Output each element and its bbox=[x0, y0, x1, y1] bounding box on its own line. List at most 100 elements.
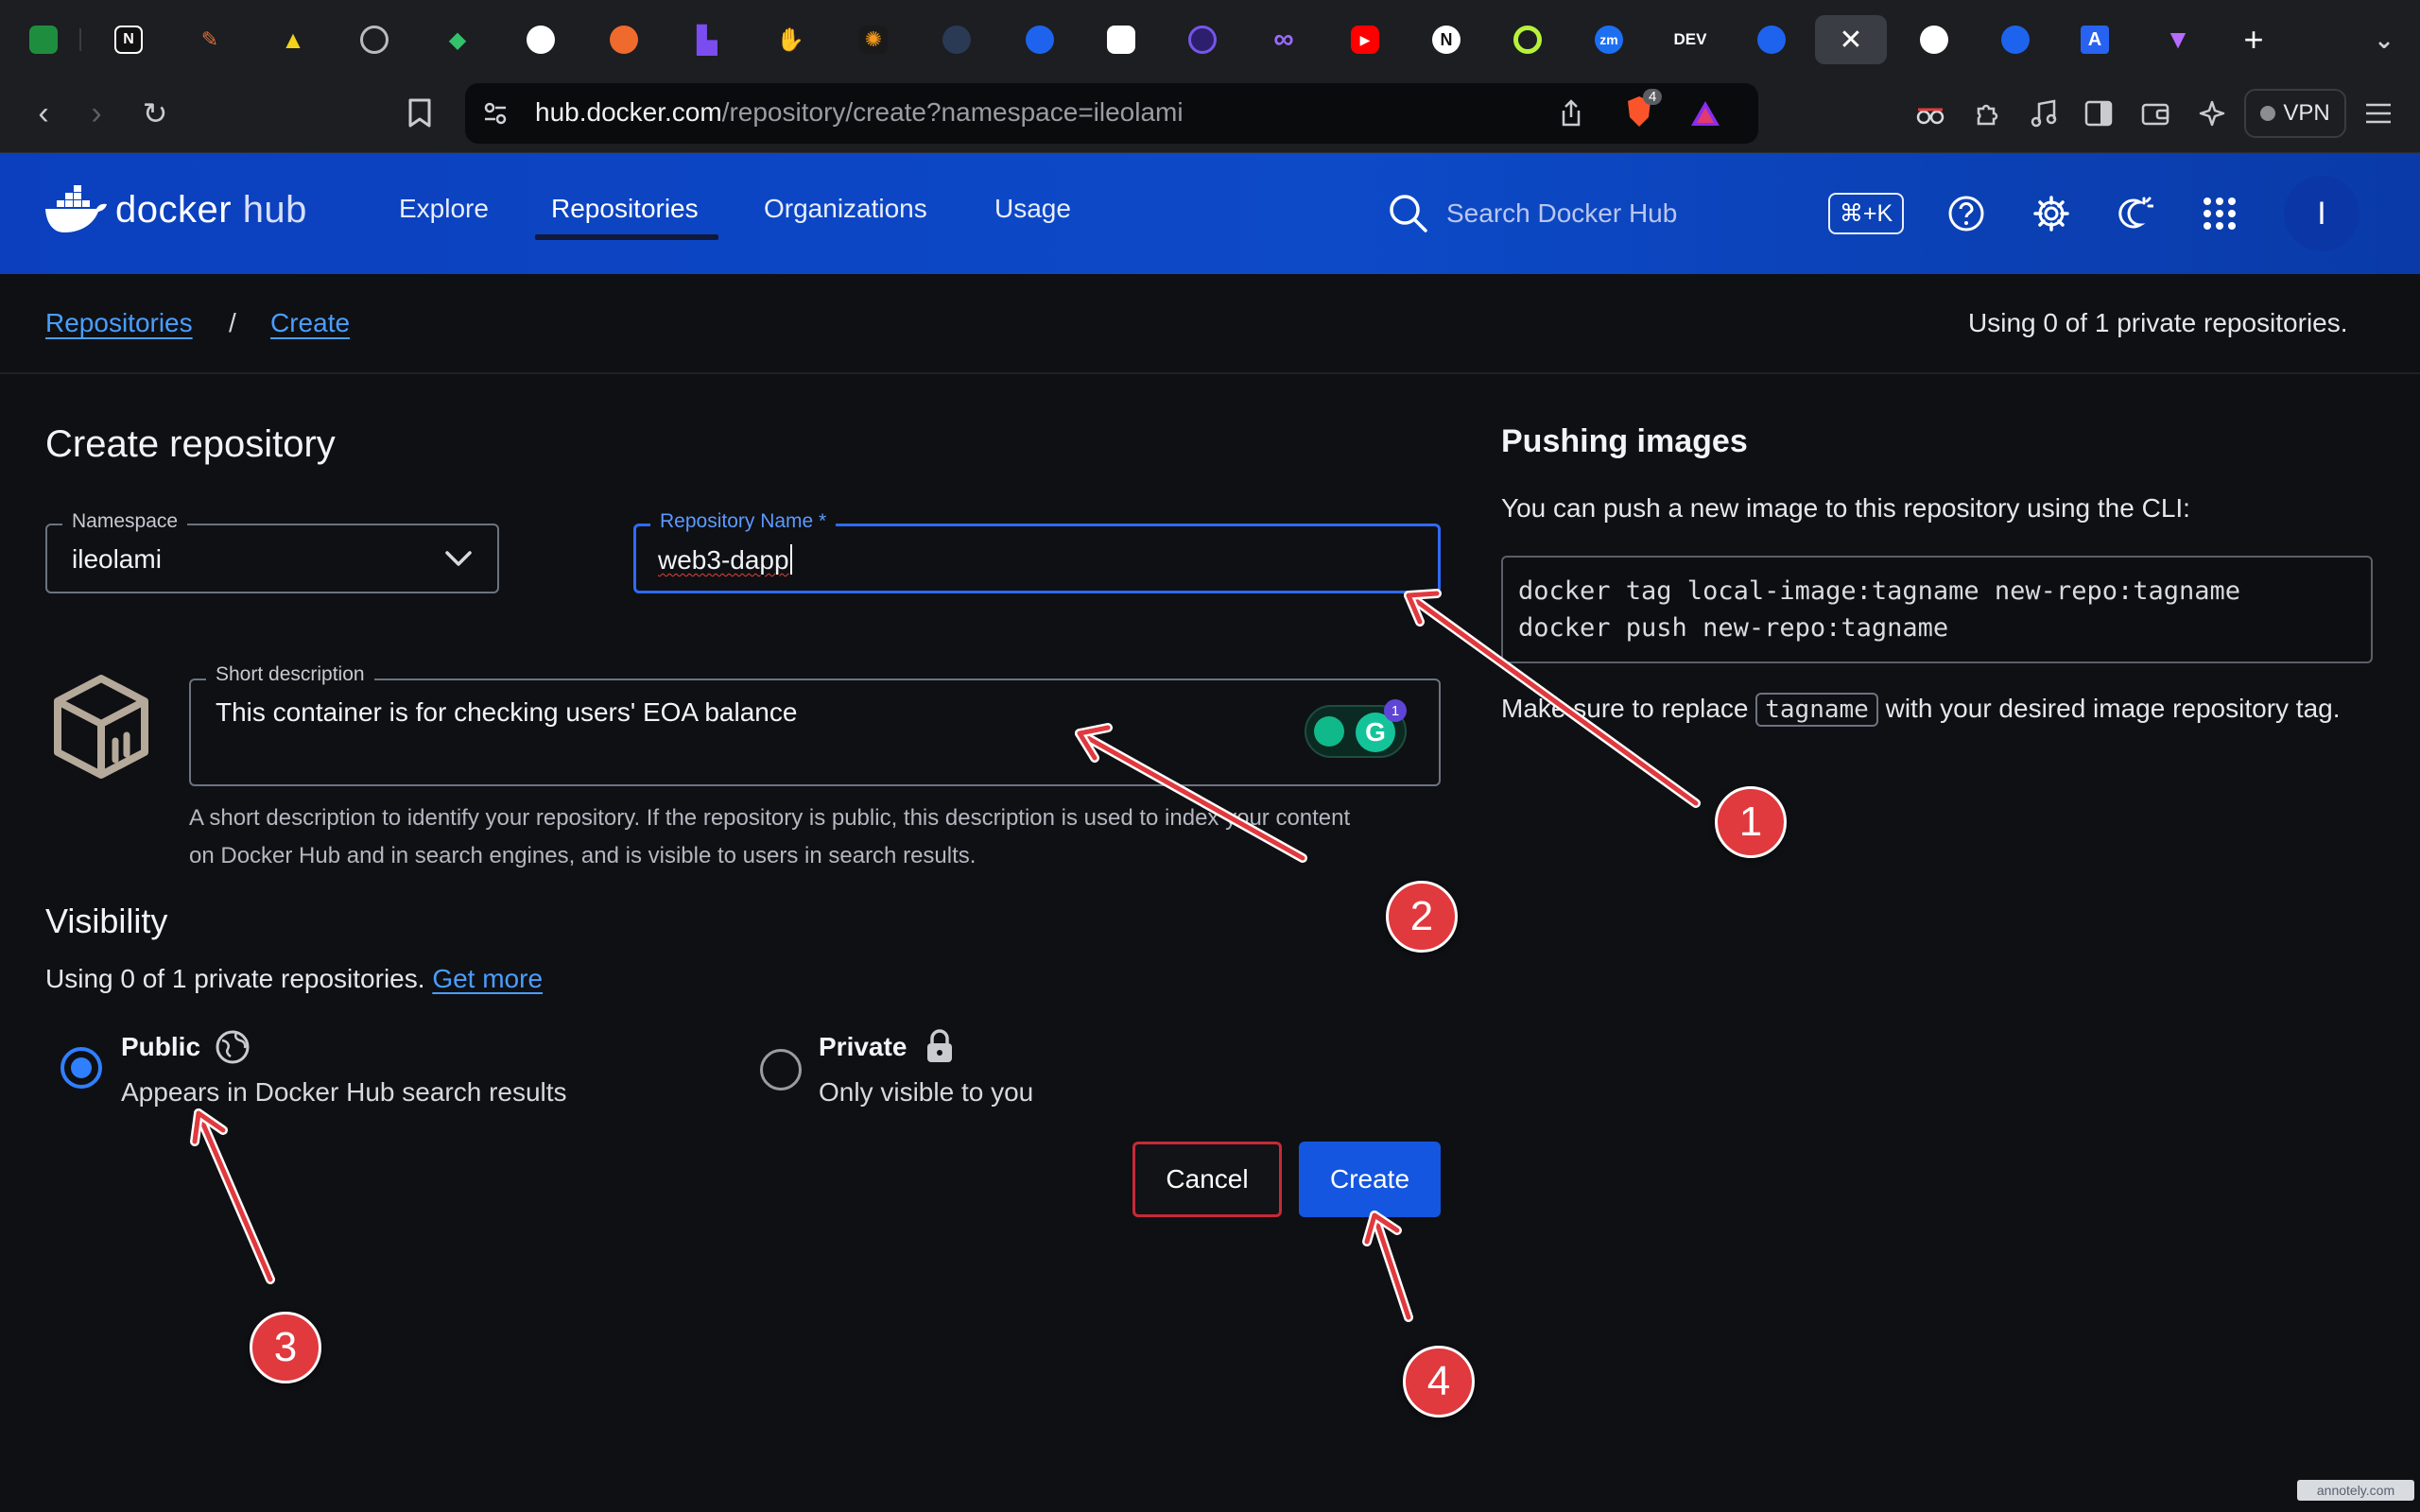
tab-vite[interactable]: ▼ bbox=[2153, 15, 2203, 64]
tab-active-close[interactable]: ✕ bbox=[1815, 15, 1887, 64]
tab-app[interactable]: ◆ bbox=[433, 15, 482, 64]
tab-zoom[interactable]: zm bbox=[1584, 15, 1634, 64]
user-avatar[interactable]: I bbox=[2284, 176, 2360, 251]
github-icon bbox=[1920, 26, 1948, 54]
extension-incognito-icon[interactable] bbox=[1911, 94, 1949, 132]
chevron-down-icon[interactable] bbox=[444, 550, 473, 572]
media-icon[interactable] bbox=[2025, 94, 2063, 132]
docker-hub-logo[interactable]: docker hub bbox=[115, 189, 307, 232]
visibility-usage-text: Using 0 of 1 private repositories. Get m… bbox=[45, 964, 544, 993]
tab-docker-3[interactable] bbox=[1747, 15, 1796, 64]
public-option-title[interactable]: Public bbox=[121, 1032, 200, 1062]
tab-github-2[interactable] bbox=[1910, 15, 1959, 64]
annotation-badge-1: 1 bbox=[1715, 786, 1787, 858]
search-placeholder[interactable]: Search Docker Hub bbox=[1446, 198, 1677, 229]
private-repo-usage: Using 0 of 1 private repositories. bbox=[1968, 308, 2348, 337]
tab-orange[interactable] bbox=[599, 15, 648, 64]
private-option-title[interactable]: Private bbox=[819, 1032, 907, 1062]
nav-usage[interactable]: Usage bbox=[994, 194, 1071, 224]
grammarly-count-badge: 1 bbox=[1384, 699, 1407, 722]
cli-code-block[interactable] bbox=[1501, 556, 2373, 663]
extensions-icon[interactable] bbox=[1968, 94, 2006, 132]
wallet-icon[interactable] bbox=[2136, 94, 2174, 132]
nav-organizations[interactable]: Organizations bbox=[764, 194, 927, 224]
ring-icon bbox=[1513, 26, 1542, 54]
sheets-icon bbox=[29, 26, 58, 54]
browser-tab-bar: N ✎ ▲ ◆ ▙ ✋ ✺ ∞ ▶ N zm DEV ✕ A ▼ + ⌄ bbox=[0, 0, 2420, 76]
create-button[interactable]: Create bbox=[1299, 1142, 1441, 1217]
tab-pen[interactable]: ✎ bbox=[185, 15, 234, 64]
youtube-icon: ▶ bbox=[1351, 26, 1379, 54]
tab-bitbucket[interactable]: ▙ bbox=[683, 15, 732, 64]
tab-chatgpt[interactable] bbox=[1097, 15, 1146, 64]
help-icon[interactable] bbox=[1947, 195, 1985, 237]
public-radio[interactable] bbox=[60, 1047, 102, 1089]
short-description-value[interactable]: This container is for checking users' EO… bbox=[216, 697, 797, 728]
close-icon[interactable]: ✕ bbox=[1837, 25, 1865, 56]
tab-ring[interactable] bbox=[1503, 15, 1552, 64]
site-settings-icon[interactable] bbox=[476, 94, 514, 132]
private-radio[interactable] bbox=[760, 1049, 802, 1091]
tab-list-button[interactable]: ⌄ bbox=[2360, 15, 2409, 64]
breadcrumb-repositories-link[interactable]: Repositories bbox=[45, 308, 193, 338]
namespace-value[interactable]: ileolami bbox=[72, 544, 162, 575]
tab-globe[interactable] bbox=[350, 15, 399, 64]
repository-cube-icon bbox=[49, 673, 153, 785]
tagname-code: tagname bbox=[1755, 693, 1878, 727]
tab-warning[interactable]: ▲ bbox=[268, 15, 318, 64]
settings-gear-icon[interactable] bbox=[2032, 195, 2070, 237]
tab-docker-4[interactable] bbox=[1991, 15, 2040, 64]
browser-menu-icon[interactable] bbox=[2360, 94, 2397, 132]
back-button[interactable]: ‹ bbox=[23, 93, 64, 134]
tab-github[interactable] bbox=[516, 15, 565, 64]
docker-icon bbox=[1026, 26, 1054, 54]
brave-rewards-icon[interactable] bbox=[1686, 94, 1724, 132]
short-description-textarea[interactable] bbox=[189, 679, 1441, 786]
tab-sparkle[interactable]: ✺ bbox=[849, 15, 898, 64]
repository-name-value[interactable]: web3-dapp bbox=[658, 544, 792, 576]
reload-button[interactable]: ↻ bbox=[134, 93, 176, 134]
bookmark-icon bbox=[408, 98, 431, 128]
tab-handshake[interactable]: ✋ bbox=[766, 15, 815, 64]
get-more-link[interactable]: Get more bbox=[432, 964, 543, 993]
tab-purple[interactable] bbox=[1178, 15, 1227, 64]
sidebar-toggle-icon[interactable] bbox=[2080, 94, 2118, 132]
nav-explore[interactable]: Explore bbox=[399, 194, 489, 224]
tab-notion[interactable]: N bbox=[104, 15, 153, 64]
theme-toggle-icon[interactable] bbox=[2116, 195, 2154, 237]
leo-ai-icon[interactable] bbox=[2193, 94, 2231, 132]
tab-dev[interactable]: DEV bbox=[1666, 15, 1715, 64]
new-tab-button[interactable]: + bbox=[2229, 15, 2278, 64]
tab-docker-1[interactable] bbox=[932, 15, 981, 64]
nav-repositories[interactable]: Repositories bbox=[551, 194, 699, 224]
namespace-label: Namespace bbox=[62, 510, 188, 533]
tab-sheets[interactable] bbox=[19, 15, 68, 64]
dev-icon: DEV bbox=[1673, 30, 1707, 48]
brave-shield-icon[interactable]: 4 bbox=[1620, 89, 1663, 130]
breadcrumb-create-link[interactable]: Create bbox=[270, 308, 350, 338]
grammarly-widget[interactable]: G 1 bbox=[1305, 699, 1407, 758]
warning-icon: ▲ bbox=[281, 25, 305, 54]
page-title: Create repository bbox=[45, 423, 336, 465]
url-text[interactable]: hub.docker.com/repository/create?namespa… bbox=[535, 97, 1184, 128]
docker-icon bbox=[2001, 26, 2030, 54]
tab-infinity[interactable]: ∞ bbox=[1259, 15, 1308, 64]
vpn-status-icon bbox=[2260, 106, 2276, 121]
short-description-helper-text: A short description to identify your rep… bbox=[189, 805, 1351, 868]
tab-docker-2[interactable] bbox=[1015, 15, 1064, 64]
tab-n[interactable]: N bbox=[1422, 15, 1471, 64]
tagname-note: Make sure to replace tagname with your d… bbox=[1501, 690, 2380, 729]
repository-name-label: Repository Name * bbox=[650, 510, 837, 533]
annotation-badge-3: 3 bbox=[250, 1312, 321, 1383]
chevron-down-icon: ⌄ bbox=[2374, 25, 2394, 54]
bookmark-button[interactable] bbox=[399, 93, 441, 134]
vpn-button[interactable]: VPN bbox=[2244, 89, 2346, 138]
tab-annotely[interactable]: A bbox=[2070, 15, 2119, 64]
cancel-button[interactable]: Cancel bbox=[1132, 1142, 1282, 1217]
forward-button[interactable]: › bbox=[76, 93, 117, 134]
tab-youtube[interactable]: ▶ bbox=[1340, 15, 1390, 64]
apps-grid-icon[interactable] bbox=[2203, 197, 2237, 235]
docker-whale-icon[interactable] bbox=[43, 185, 110, 239]
handshake-icon: ✋ bbox=[776, 26, 804, 53]
share-icon[interactable] bbox=[1552, 94, 1590, 132]
